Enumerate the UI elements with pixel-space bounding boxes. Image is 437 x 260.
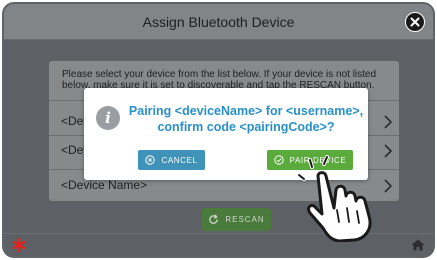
device-frame: Assign Bluetooth Device Please select yo… <box>2 2 435 258</box>
pointing-hand-icon <box>297 155 372 242</box>
page-title: Assign Bluetooth Device <box>142 14 295 30</box>
close-button[interactable] <box>405 12 425 32</box>
home-icon[interactable] <box>411 239 425 251</box>
cancel-button[interactable]: CANCEL <box>138 150 205 170</box>
rescan-button[interactable]: RESCAN <box>202 208 271 231</box>
info-icon: i <box>96 106 120 130</box>
close-icon <box>410 17 420 27</box>
device-name-label: <Device Name> <box>61 178 148 192</box>
app-screen: Assign Bluetooth Device Please select yo… <box>4 4 433 256</box>
asterisk-icon[interactable] <box>12 238 26 252</box>
rescan-label: RESCAN <box>225 215 265 224</box>
chevron-right-icon <box>384 115 393 129</box>
refresh-icon <box>209 214 219 224</box>
cancel-label: CANCEL <box>161 155 198 165</box>
x-circle-icon <box>145 155 156 165</box>
check-circle-icon <box>273 155 284 165</box>
pairing-message: Pairing <deviceName> for <username>, con… <box>128 104 364 134</box>
title-bar: Assign Bluetooth Device <box>4 4 433 40</box>
